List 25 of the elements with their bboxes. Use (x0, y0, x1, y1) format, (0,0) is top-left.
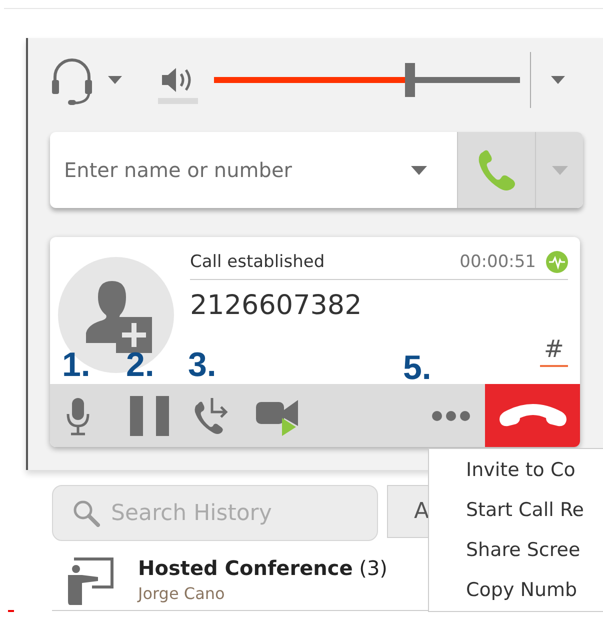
menu-item[interactable]: Invite to Co (466, 455, 603, 485)
call-duration: 00:00:51 (460, 252, 536, 272)
step-number: 1. (62, 348, 90, 382)
caret-icon[interactable] (551, 76, 565, 84)
step-number: 2. (126, 348, 154, 382)
caret-icon[interactable] (411, 166, 427, 174)
keypad-button[interactable]: # (540, 335, 568, 367)
input-field[interactable]: Enter name or number (64, 158, 411, 182)
step-number: 5. (403, 350, 432, 384)
volume-slider[interactable] (214, 63, 520, 97)
caret-icon (552, 166, 568, 174)
call-status: Call established (190, 252, 326, 272)
history-title: Hosted Conference (3) (138, 556, 388, 580)
hang-up-button[interactable] (485, 384, 580, 447)
menu-item[interactable]: Copy Numb (466, 575, 603, 605)
history-contact: Jorge Cano (138, 584, 226, 603)
activity-icon (546, 251, 568, 273)
phone-number: 2126607382 (190, 290, 363, 321)
menu-item[interactable]: Start Call Re (466, 495, 603, 525)
caret-icon[interactable] (108, 76, 122, 84)
search-field[interactable]: Search History (52, 485, 378, 541)
step-number: 3. (188, 348, 216, 382)
menu-item[interactable]: Share Scree (466, 535, 603, 565)
search-icon (72, 499, 100, 527)
phone-icon (476, 148, 516, 192)
